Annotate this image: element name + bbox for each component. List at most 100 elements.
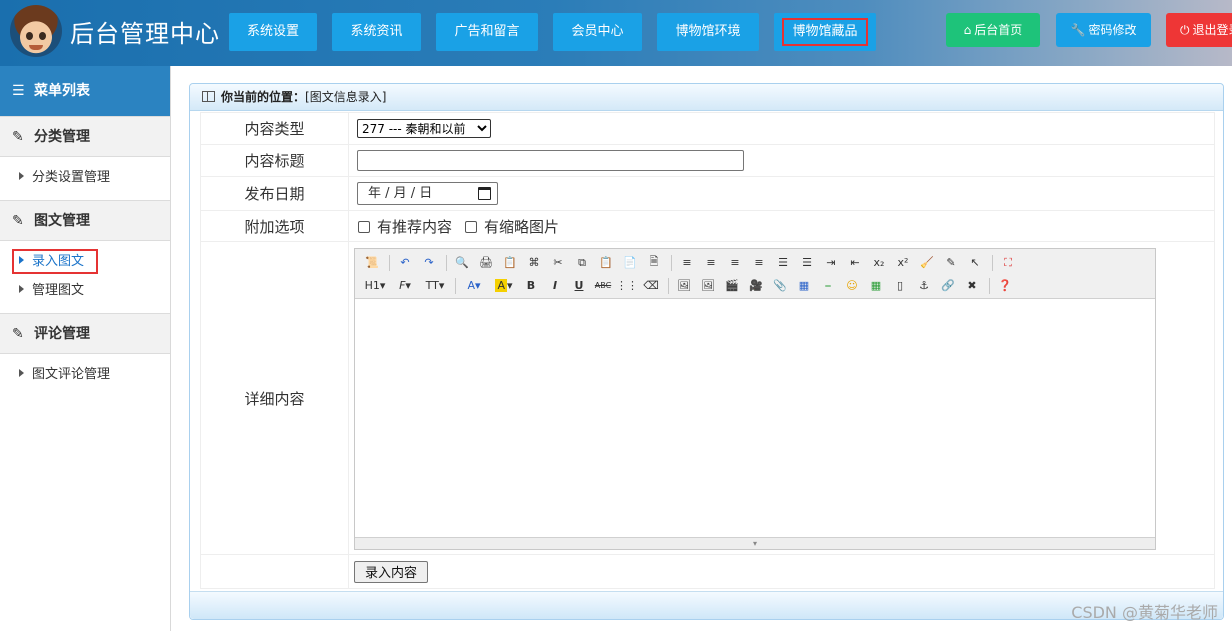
submit-content-button[interactable]: 录入内容 (354, 560, 429, 583)
attachment-icon[interactable]: 📎 (769, 276, 791, 296)
nav-ads-messages[interactable]: 广告和留言 (436, 13, 538, 51)
watermark-text: CSDN @黄菊华老师 (1071, 603, 1218, 622)
password-change-button[interactable]: 🔧 密码修改 (1056, 13, 1151, 47)
nav-museum-collection[interactable]: 博物馆藏品 (774, 13, 876, 51)
unordered-list-icon[interactable]: ☰ (796, 253, 818, 273)
cut-icon[interactable]: ✂ (547, 253, 569, 273)
code-icon[interactable]: ⌘ (523, 253, 545, 273)
sidebar-item-category-settings[interactable]: 分类设置管理 (0, 163, 170, 192)
superscript-icon[interactable]: x² (892, 253, 914, 273)
font-color-icon[interactable]: A▾ (460, 276, 488, 296)
unlink-icon[interactable]: ✖ (961, 276, 983, 296)
resize-handle-icon[interactable]: ▾ (355, 537, 1155, 549)
copy-icon[interactable]: ⧉ (571, 253, 593, 273)
detail-label: 详细内容 (200, 241, 349, 555)
select-all-icon[interactable]: ✎ (940, 253, 962, 273)
content-panel: 你当前的位置：[图文信息录入] 内容类型 277 --- 秦朝和以前 内容标题 … (189, 83, 1224, 620)
help-icon[interactable]: ❓ (994, 276, 1016, 296)
page-break-icon[interactable]: ▯ (889, 276, 911, 296)
indent-icon[interactable]: ⇥ (820, 253, 842, 273)
top-bar: 后台管理中心 系统设置 系统资讯 广告和留言 会员中心 博物馆环境 博物馆藏品 … (0, 0, 1232, 66)
line-height-icon[interactable]: ⋮⋮ (616, 276, 638, 296)
flash-icon[interactable]: 🎬 (721, 276, 743, 296)
content-title-input[interactable] (357, 150, 744, 171)
paste-text-icon[interactable]: 📄 (619, 253, 641, 273)
home-button-label: 后台首页 (974, 23, 1023, 37)
redo-icon[interactable]: ↷ (418, 253, 440, 273)
paste-word-icon[interactable]: 🗎 (643, 253, 665, 273)
publish-date-input[interactable]: 年 / 月 / 日 (357, 182, 498, 205)
editor-content-area[interactable] (355, 300, 1155, 537)
nav-system-news[interactable]: 系统资讯 (332, 13, 421, 51)
nav-museum-environment[interactable]: 博物馆环境 (657, 13, 759, 51)
underline-icon[interactable]: U (568, 276, 590, 296)
sidebar-group-category[interactable]: ✎ 分类管理 (0, 116, 170, 157)
submit-row-label (200, 554, 349, 589)
media-icon[interactable]: 🎥 (745, 276, 767, 296)
home-button[interactable]: ⌂ 后台首页 (946, 13, 1040, 47)
multi-image-icon[interactable]: 🖼 (697, 276, 719, 296)
sidebar-item-article-comments[interactable]: 图文评论管理 (0, 360, 170, 389)
image-icon[interactable]: 🖼 (673, 276, 695, 296)
fullscreen-icon[interactable]: ⛶ (997, 253, 1019, 273)
edit-icon: ✎ (12, 213, 24, 229)
font-size-icon[interactable]: TT▾ (421, 276, 449, 296)
horizontal-rule-icon[interactable]: ⎯ (817, 276, 839, 296)
clear-format-icon[interactable]: 🧹 (916, 253, 938, 273)
bold-icon[interactable]: B (520, 276, 542, 296)
article-form: 内容类型 277 --- 秦朝和以前 内容标题 发布日期 年 / 月 / 日 附… (200, 112, 1215, 589)
window-icon (202, 91, 215, 102)
link-icon[interactable]: 🔗 (937, 276, 959, 296)
source-icon[interactable]: 📜 (361, 253, 383, 273)
breadcrumb: 你当前的位置：[图文信息录入] (190, 84, 1223, 111)
preview-icon[interactable]: 🔍 (451, 253, 473, 273)
title-label: 内容标题 (200, 144, 349, 177)
table-icon[interactable]: ▦ (793, 276, 815, 296)
breadcrumb-value: [图文信息录入] (305, 90, 387, 104)
sidebar-item-manage-articles[interactable]: 管理图文 (0, 276, 170, 305)
sidebar-group-articles[interactable]: ✎ 图文管理 (0, 200, 170, 241)
italic-icon[interactable]: I (544, 276, 566, 296)
editor-toolbar: 📜 ↶ ↷ 🔍 🖨 📋 ⌘ ✂ ⧉ 📋 📄 🗎 ≡ ≡ ≡ ≡ ☰ ☰ ⇥ ⇤ … (355, 249, 1155, 299)
panel-footer (190, 591, 1223, 619)
emoticon-icon[interactable]: ☺ (841, 276, 863, 296)
content-type-select[interactable]: 277 --- 秦朝和以前 (357, 119, 491, 139)
justify-icon[interactable]: ≡ (748, 253, 770, 273)
pointer-icon[interactable]: ↖ (964, 253, 986, 273)
recommend-checkbox[interactable] (358, 220, 370, 233)
nav-member-center[interactable]: 会员中心 (553, 13, 642, 51)
thumbnail-checkbox[interactable] (465, 220, 478, 233)
strikethrough-icon[interactable]: ABC (592, 276, 614, 296)
sidebar-header: ☰ 菜单列表 (0, 66, 170, 116)
paste-icon[interactable]: 📋 (595, 253, 617, 273)
sidebar: ☰ 菜单列表 ✎ 分类管理 分类设置管理 ✎ 图文管理 录入图文 管理图文 ✎ 评论管理… (0, 66, 171, 631)
undo-icon[interactable]: ↶ (394, 253, 416, 273)
date-placeholder: 年 / 月 / 日 (368, 186, 433, 201)
font-family-icon[interactable]: F ▾ (391, 276, 419, 296)
baidu-map-icon[interactable]: ▦ (865, 276, 887, 296)
rich-text-editor: 📜 ↶ ↷ 🔍 🖨 📋 ⌘ ✂ ⧉ 📋 📄 🗎 ≡ ≡ ≡ ≡ ☰ ☰ ⇥ ⇤ … (354, 248, 1156, 550)
calendar-icon[interactable] (478, 187, 491, 200)
nav-system-settings[interactable]: 系统设置 (229, 13, 317, 51)
eraser-icon[interactable]: ⌫ (640, 276, 662, 296)
date-label: 发布日期 (200, 176, 349, 211)
anchor-icon[interactable]: ⚓ (913, 276, 935, 296)
align-left-icon[interactable]: ≡ (676, 253, 698, 273)
sidebar-item-add-article[interactable]: 录入图文 (0, 247, 170, 276)
ordered-list-icon[interactable]: ☰ (772, 253, 794, 273)
home-icon: ⌂ (963, 23, 972, 37)
thumbnail-label: 有缩略图片 (484, 217, 560, 236)
print-icon[interactable]: 🖨 (475, 253, 497, 273)
subscript-icon[interactable]: x₂ (868, 253, 890, 273)
logout-button[interactable]: ⏻退出登录 (1166, 13, 1232, 47)
highlight-color-icon[interactable]: A ▾ (490, 276, 518, 296)
nav-museum-collection-label: 博物馆藏品 (782, 18, 868, 46)
sidebar-group-comments[interactable]: ✎ 评论管理 (0, 313, 170, 354)
template-icon[interactable]: 📋 (499, 253, 521, 273)
edit-icon: ✎ (12, 326, 24, 342)
align-right-icon[interactable]: ≡ (724, 253, 746, 273)
logout-button-label: 退出登录 (1192, 23, 1232, 37)
align-center-icon[interactable]: ≡ (700, 253, 722, 273)
outdent-icon[interactable]: ⇤ (844, 253, 866, 273)
heading-icon[interactable]: H1▾ (361, 276, 389, 296)
